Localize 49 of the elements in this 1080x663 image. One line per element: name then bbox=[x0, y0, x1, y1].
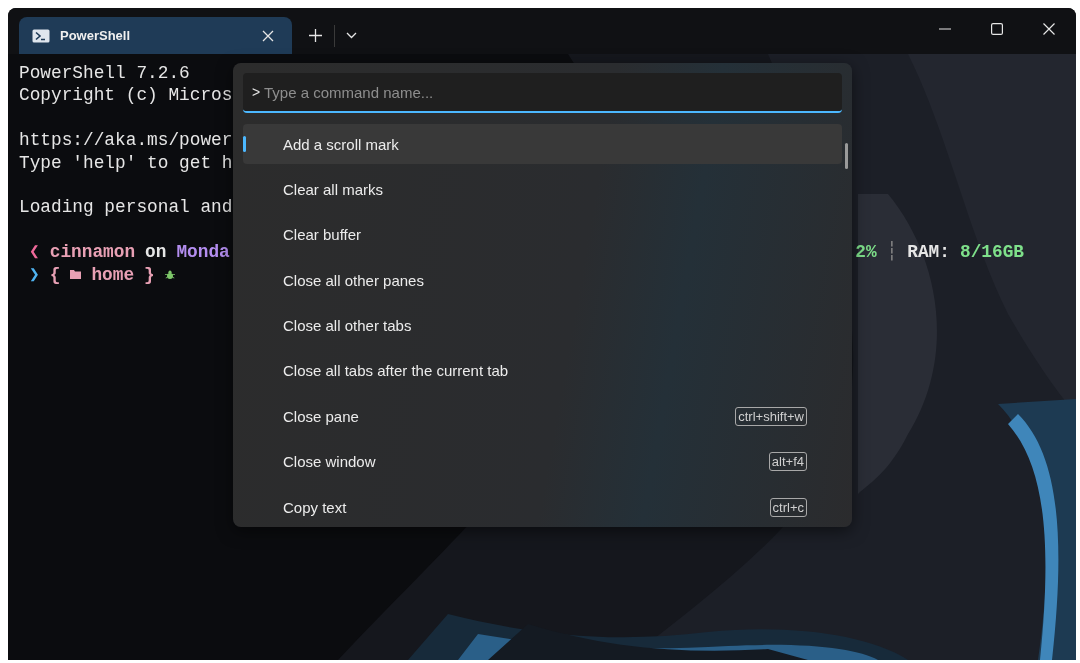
prompt-text: ❯ bbox=[29, 263, 40, 286]
close-icon[interactable] bbox=[1043, 23, 1055, 35]
terminal-line: https://aka.ms/power bbox=[19, 129, 233, 152]
prompt-text: ❮ bbox=[29, 241, 40, 264]
command-label: Close window bbox=[283, 453, 377, 471]
command-item[interactable]: Close pane ctrl+shift+w bbox=[243, 396, 842, 437]
command-item[interactable]: Clear buffer bbox=[243, 214, 842, 255]
command-item[interactable]: Close all other tabs bbox=[243, 305, 842, 346]
shortcut-key: ctrl+shift+w bbox=[735, 406, 807, 426]
scrollbar-thumb[interactable] bbox=[845, 143, 848, 169]
prompt-text: cinnamon bbox=[49, 241, 136, 264]
terminal-line: Type 'help' to get h bbox=[19, 151, 233, 174]
command-label: Close all tabs after the current tab bbox=[283, 362, 510, 380]
chevron-down-icon[interactable] bbox=[346, 32, 357, 39]
prompt-text: Monda bbox=[176, 241, 230, 264]
prompt-text: 8/16GB bbox=[959, 241, 1024, 264]
terminal-line: PowerShell 7.2.6 bbox=[19, 62, 190, 85]
command-label: Clear buffer bbox=[283, 226, 363, 244]
tab-title: PowerShell bbox=[60, 28, 132, 43]
shortcut-key: alt+f4 bbox=[768, 452, 807, 472]
prompt-text: } bbox=[144, 263, 155, 286]
prompt-text: ┆ bbox=[886, 241, 898, 264]
terminal-icon bbox=[32, 28, 50, 43]
prompt-symbol: > bbox=[252, 84, 261, 100]
close-icon[interactable] bbox=[262, 29, 274, 42]
command-item[interactable]: Close window alt+f4 bbox=[243, 441, 842, 482]
maximize-icon[interactable] bbox=[991, 23, 1003, 35]
command-label: Copy text bbox=[283, 498, 348, 516]
prompt-text: RAM: bbox=[907, 241, 950, 264]
command-label: Close all other tabs bbox=[283, 317, 413, 335]
command-label: Close pane bbox=[283, 407, 360, 425]
prompt-text: on bbox=[145, 241, 167, 264]
command-label: Clear all marks bbox=[283, 180, 385, 198]
plus-icon[interactable] bbox=[309, 29, 322, 42]
command-label: Close all other panes bbox=[283, 271, 425, 289]
command-item[interactable]: Add a scroll mark bbox=[243, 124, 842, 164]
terminal-line: Copyright (c) Micros bbox=[19, 84, 233, 107]
prompt-text: { bbox=[49, 263, 61, 286]
selection-indicator bbox=[243, 136, 246, 152]
command-item[interactable]: Copy text ctrl+c bbox=[243, 487, 842, 527]
terminal-line: Loading personal and bbox=[19, 196, 233, 219]
prompt-text: home bbox=[91, 263, 135, 286]
command-item[interactable]: Close all other panes bbox=[243, 260, 842, 301]
tab[interactable]: PowerShell bbox=[19, 17, 292, 54]
command-label: Add a scroll mark bbox=[283, 135, 400, 153]
shortcut-key: ctrl+c bbox=[769, 497, 807, 517]
command-item[interactable]: Close all tabs after the current tab bbox=[243, 350, 842, 391]
prompt-text: 2% bbox=[855, 241, 877, 264]
command-item[interactable]: Clear all marks bbox=[243, 169, 842, 210]
